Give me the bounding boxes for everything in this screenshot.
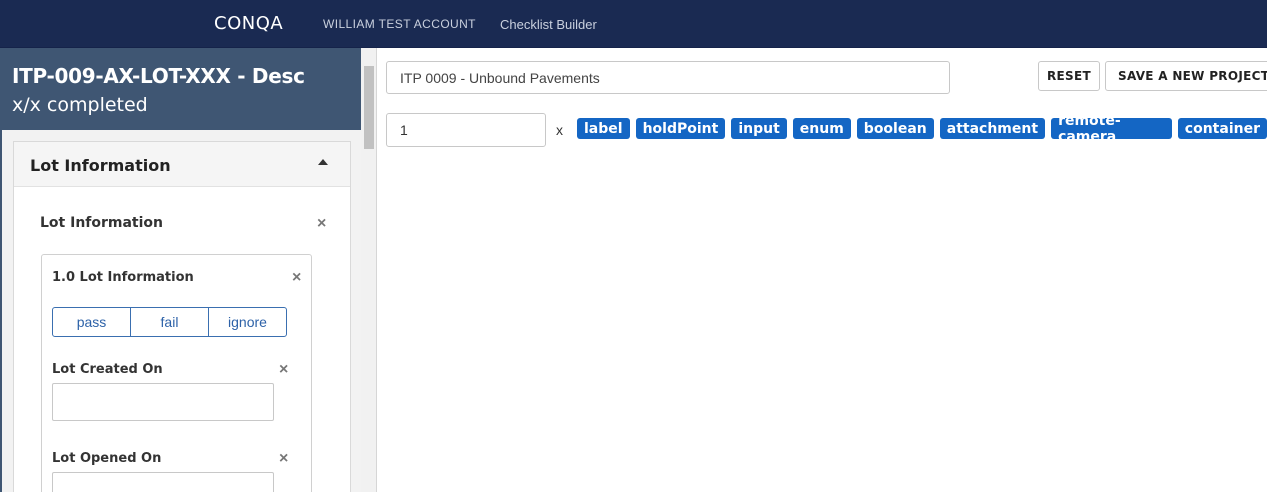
top-nav-bar: CONQA WILLIAM TEST ACCOUNT Checklist Bui… [0,0,1267,48]
ignore-button[interactable]: ignore [209,308,286,336]
remove-field-icon[interactable]: × [279,451,288,467]
card-title: Lot Information [30,156,171,175]
card-header[interactable]: Lot Information [14,142,350,187]
checklist-title-input[interactable]: ITP 0009 - Unbound Pavements [386,61,950,94]
collapse-caret-icon[interactable] [318,159,328,165]
pass-fail-ignore-group: pass fail ignore [52,307,287,337]
tag-attachment[interactable]: attachment [939,118,1046,139]
quantity-input[interactable]: 1 [386,113,546,147]
itp-header: ITP-009-AX-LOT-XXX - Desc x/x completed [2,48,361,130]
lot-information-card: Lot Information Lot Information × 1.0 Lo… [13,141,351,492]
tag-enum[interactable]: enum [792,118,851,139]
completion-status: x/x completed [12,94,148,116]
lot-created-on-label: Lot Created On [52,362,163,377]
remove-item-icon[interactable]: × [292,270,301,286]
tag-label[interactable]: label [577,118,630,139]
reset-button[interactable]: RESET [1038,61,1100,91]
lot-opened-on-label: Lot Opened On [52,451,162,466]
save-new-checklist-button[interactable]: SAVE A NEW PROJECT CHECKLIST [1105,61,1267,91]
tag-remote-camera[interactable]: remote-camera [1051,113,1172,145]
checklist-item-box: 1.0 Lot Information × pass fail ignore L… [41,254,312,492]
times-symbol: x [556,122,563,138]
tag-boolean[interactable]: boolean [856,118,934,139]
conqa-logo[interactable]: CONQA [214,13,283,34]
tag-input[interactable]: input [731,118,787,139]
section-title: Lot Information [40,215,164,231]
panel-scrollbar[interactable] [361,48,377,492]
remove-field-icon[interactable]: × [279,362,288,378]
pass-button[interactable]: pass [53,308,131,336]
builder-main-area: ITP 0009 - Unbound Pavements RESET SAVE … [378,48,1267,492]
nav-account-link[interactable]: WILLIAM TEST ACCOUNT [323,17,476,31]
nav-checklist-builder-link[interactable]: Checklist Builder [500,17,597,32]
item-title: 1.0 Lot Information [52,270,194,285]
scrollbar-thumb[interactable] [364,66,374,149]
tag-container[interactable]: container [1177,118,1267,139]
checklist-preview-panel: ITP-009-AX-LOT-XXX - Desc x/x completed … [0,48,361,492]
lot-opened-on-input[interactable] [52,472,274,492]
lot-created-on-input[interactable] [52,383,274,421]
element-type-tags: label holdPoint input enum boolean attac… [577,113,1267,145]
fail-button[interactable]: fail [131,308,209,336]
itp-title: ITP-009-AX-LOT-XXX - Desc [12,64,305,88]
remove-section-icon[interactable]: × [317,216,326,232]
tag-holdpoint[interactable]: holdPoint [635,118,726,139]
